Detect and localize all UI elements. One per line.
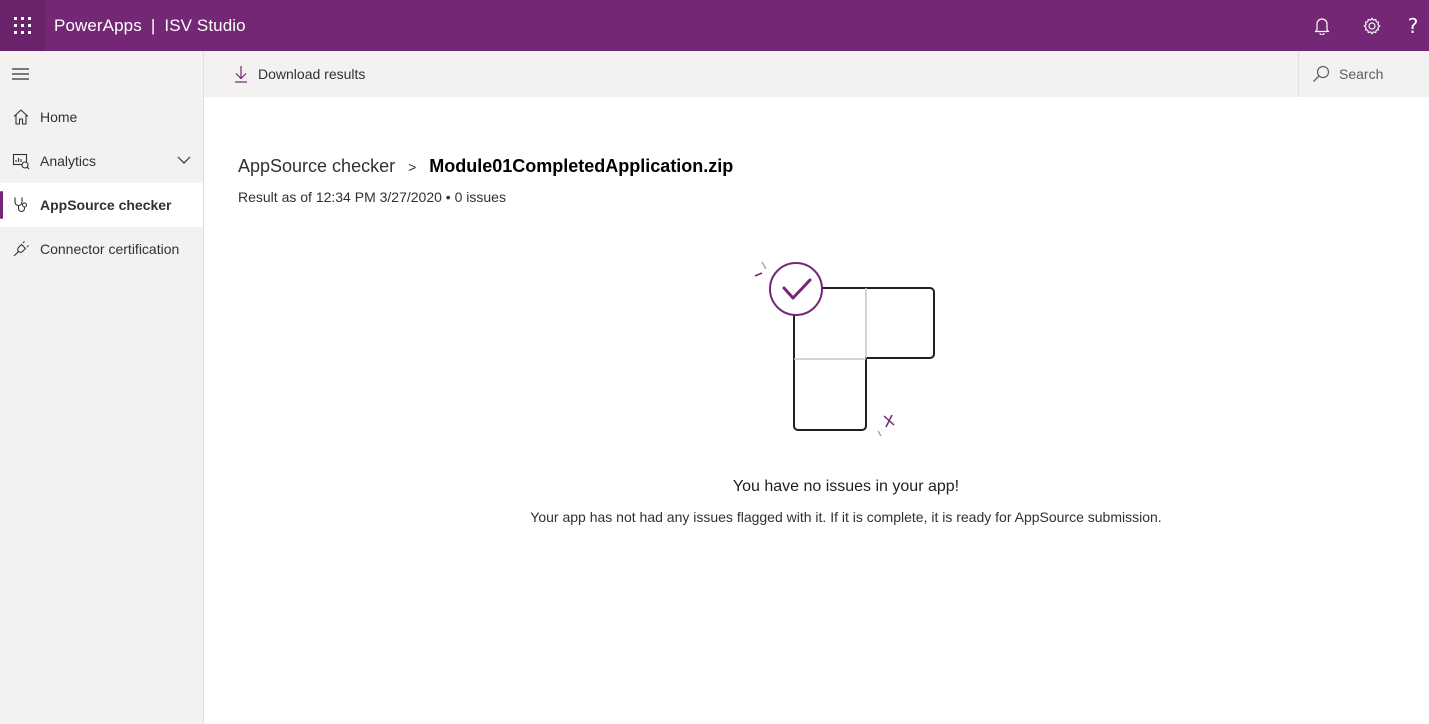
command-bar: Download results Search [204, 51, 1429, 97]
bell-icon [1314, 17, 1330, 35]
app-title[interactable]: PowerApps | ISV Studio [54, 16, 246, 36]
app-name: PowerApps [54, 15, 142, 35]
sidebar-item-appsource-checker[interactable]: AppSource checker [0, 183, 203, 227]
sidebar-item-label: Connector certification [40, 241, 180, 257]
analytics-icon [12, 153, 30, 170]
home-icon [13, 109, 29, 125]
chevron-down-icon[interactable] [177, 155, 191, 165]
stethoscope-icon [14, 197, 28, 212]
breadcrumb: AppSource checker > Module01CompletedApp… [238, 156, 733, 177]
help-icon: ? [1407, 13, 1419, 38]
settings-button[interactable] [1347, 0, 1397, 51]
help-button[interactable]: ? [1397, 0, 1429, 51]
result-status: Result as of 12:34 PM 3/27/2020 • 0 issu… [238, 189, 506, 205]
breadcrumb-separator: > [408, 158, 417, 175]
sidebar-item-label: Home [40, 109, 78, 125]
empty-state-title: You have no issues in your app! [732, 478, 960, 495]
download-results-label: Download results [258, 66, 366, 82]
download-results-button[interactable]: Download results [234, 51, 365, 97]
app-title-separator: | [150, 15, 156, 35]
sidebar-item-label: Analytics [40, 153, 97, 169]
left-navigation: Home Analytics AppSource checker Connect… [0, 51, 204, 724]
search-placeholder: Search [1339, 66, 1384, 82]
studio-name: ISV Studio [164, 15, 246, 35]
blocks-icon [793, 287, 935, 431]
hamburger-menu-icon[interactable] [11, 66, 31, 82]
checkmark-badge-icon [769, 262, 823, 316]
sidebar-item-analytics[interactable]: Analytics [0, 139, 203, 183]
waffle-icon [14, 17, 31, 34]
breadcrumb-parent-link[interactable]: AppSource checker [238, 156, 395, 177]
plug-icon [13, 241, 29, 257]
top-bar: PowerApps | ISV Studio ? [0, 0, 1429, 51]
empty-state-description: Your app has not had any issues flagged … [530, 509, 1162, 525]
sidebar-item-connector-certification[interactable]: Connector certification [0, 227, 203, 271]
breadcrumb-current: Module01CompletedApplication.zip [429, 156, 734, 176]
sidebar-item-label: AppSource checker [40, 197, 172, 213]
search-input[interactable]: Search [1298, 51, 1429, 97]
no-issues-illustration [754, 261, 935, 437]
sidebar-item-home[interactable]: Home [0, 95, 203, 139]
download-icon [235, 66, 247, 83]
notifications-button[interactable] [1297, 0, 1347, 51]
app-launcher-button[interactable] [0, 0, 45, 51]
search-icon [1313, 65, 1330, 82]
gear-icon [1363, 17, 1381, 34]
